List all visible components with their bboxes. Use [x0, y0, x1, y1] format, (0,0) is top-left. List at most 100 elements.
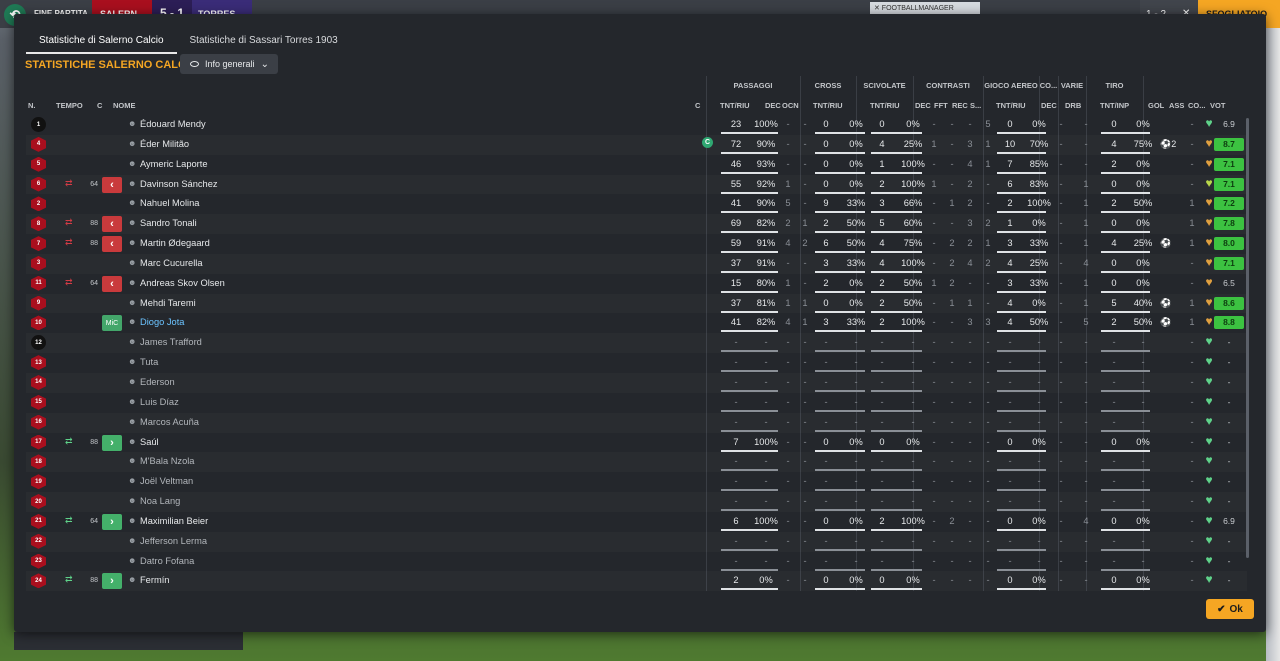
col-pass[interactable]: TNT/RIU [720, 101, 750, 110]
substituted-on-button[interactable]: › [102, 434, 122, 451]
player-name[interactable]: Maximilian Beier [140, 516, 208, 526]
player-name[interactable]: Aymeric Laporte [140, 159, 208, 169]
col-cdec[interactable]: DEC [915, 101, 931, 110]
col-c2[interactable]: C [695, 101, 700, 110]
table-row[interactable]: 21 ⇄ 64 › ☻ Maximilian Beier 6 100% - -0 0% 2 100% -2… [26, 512, 1247, 532]
stat-underline [815, 389, 865, 392]
table-row[interactable]: 19 ☻ Joël Veltman - - - - - - - - - - - - - - - - - - - ♥ - [26, 472, 1247, 492]
player-name[interactable]: Nahuel Molina [140, 198, 199, 208]
col-vot[interactable]: VOT [1210, 101, 1225, 110]
person-icon: ☻ [128, 535, 137, 545]
stat-underline [871, 588, 922, 591]
player-name[interactable]: Martin Ødegaard [140, 238, 210, 248]
player-name[interactable]: Marcos Acuña [140, 417, 199, 427]
person-icon: ☻ [128, 376, 137, 386]
scrollbar[interactable] [1246, 118, 1249, 558]
col-co[interactable]: CO... [1188, 101, 1206, 110]
col-cross[interactable]: TNT/RIU [813, 101, 843, 110]
check-icon: ✔ [1217, 603, 1226, 615]
player-name[interactable]: Diogo Jota [140, 317, 184, 327]
substituted-off-button[interactable]: ‹ [102, 236, 122, 253]
substituted-off-button[interactable]: ‹ [102, 275, 122, 292]
player-name[interactable]: Luis Díaz [140, 397, 179, 407]
stat-underline [997, 171, 1046, 174]
table-row[interactable]: 4 ☻ Éder Militão C 72 90% - -0 0% 4 25% 1-3 1 10 70% - -… [26, 135, 1247, 155]
stat-cell: 6 [733, 515, 739, 526]
table-row[interactable]: 22 ☻ Jefferson Lerma - - - - - - - - - - - - - - - - - - - ♥ - [26, 532, 1247, 552]
player-name[interactable]: Noa Lang [140, 496, 180, 506]
player-name[interactable]: Datro Fofana [140, 556, 194, 566]
stat-underline [721, 409, 778, 412]
table-row[interactable]: 9 ☻ Mehdi Taremi 37 81% 1 1 0 0% 2 50% -1 1-4 0% -1 5 40… [26, 294, 1247, 314]
player-name[interactable]: Saúl [140, 437, 159, 447]
table-row[interactable]: 17 ⇄ 88 › ☻ Saúl 7 100% - -0 0% 0 0% - - - -0 0% - -0 0% - ♥ - [26, 433, 1247, 453]
table-row[interactable]: 7 ⇄ 88 ‹ ☻ Martin Ødegaard 59 91% 4 2 6 50% 4 75% -2 2 1… [26, 234, 1247, 254]
stat-underline [871, 489, 922, 492]
col-nome[interactable]: NOME [113, 101, 136, 110]
stat-underline [871, 270, 922, 273]
col-tempo[interactable]: TEMPO [56, 101, 83, 110]
player-name[interactable]: Marc Cucurella [140, 258, 203, 268]
table-row[interactable]: 23 ☻ Datro Fofana - - - - - - - - - - - - - - - - - - - ♥ - [26, 552, 1247, 572]
view-dropdown[interactable]: Info generali ⌄ [180, 54, 278, 74]
table-row[interactable]: 10 MiC ☻ Diogo Jota 41 82% 4 1 3 33% 2 100% - -3 3 4 50%… [26, 313, 1247, 333]
col-dec[interactable]: DEC [765, 101, 781, 110]
col-sciv[interactable]: TNT/RIU [870, 101, 900, 110]
stat-underline [815, 171, 865, 174]
player-name[interactable]: Fermín [140, 575, 169, 585]
table-row[interactable]: 1 ☻ Édouard Mendy 23 100% - -0 0% 0 0% - - -5 0 0% - -0 0… [26, 115, 1247, 135]
ok-button[interactable]: ✔ Ok [1206, 599, 1254, 619]
substituted-on-button[interactable]: › [102, 573, 122, 590]
player-name[interactable]: Andreas Skov Olsen [140, 278, 225, 288]
col-s[interactable]: S... [970, 101, 981, 110]
table-row[interactable]: 24 ⇄ 88 › ☻ Fermín 2 0% - -0 0% 0 0% - - - -0 0% - -0 0% - ♥ - [26, 571, 1247, 591]
table-row[interactable]: 8 ⇄ 88 ‹ ☻ Sandro Tonali 69 82% 2 1 2 50% 5 60% - -3 2 1 0… [26, 214, 1247, 234]
table-row[interactable]: 13 ☻ Tuta - - - - - - - - - - - - - - - - - - - ♥ - [26, 353, 1247, 373]
player-name[interactable]: Éder Militão [140, 139, 189, 149]
table-row[interactable]: 5 ☻ Aymeric Laporte 46 93% - -0 0% 1 100% - -4 1 7 85%… [26, 155, 1247, 175]
player-name[interactable]: James Trafford [140, 337, 202, 347]
substituted-on-button[interactable]: › [102, 513, 122, 530]
player-name[interactable]: Davinson Sánchez [140, 179, 218, 189]
player-name[interactable]: Édouard Mendy [140, 119, 206, 129]
col-n[interactable]: N. [28, 101, 36, 110]
person-icon: ☻ [128, 456, 137, 466]
col-tiro[interactable]: TNT/INP [1100, 101, 1129, 110]
stat-underline [1101, 231, 1150, 234]
table-row[interactable]: 14 ☻ Ederson - - - - - - - - - - - - - - - - - - - ♥ - [26, 373, 1247, 393]
table-row[interactable]: 3 ☻ Marc Cucurella 37 91% - -3 33% 4 100% -2 4 2 4 25%… [26, 254, 1247, 274]
col-gol[interactable]: GOL [1148, 101, 1164, 110]
stat-cell: - [1141, 535, 1145, 546]
substituted-off-button[interactable]: ‹ [102, 176, 122, 193]
table-row[interactable]: 18 ☻ M'Bala Nzola - - - - - - - - - - - - - - - - - - - ♥ - [26, 452, 1247, 472]
player-name[interactable]: Mehdi Taremi [140, 298, 196, 308]
col-aereo[interactable]: TNT/RIU [996, 101, 1026, 110]
player-name[interactable]: M'Bala Nzola [140, 456, 194, 466]
player-name[interactable]: Tuta [140, 357, 158, 367]
col-c[interactable]: C [97, 101, 102, 110]
col-fft[interactable]: FFT [934, 101, 948, 110]
player-name[interactable]: Jefferson Lerma [140, 536, 207, 546]
table-row[interactable]: 12 ☻ James Trafford - - - - - - - - - - - - - - - - - - - ♥ - [26, 333, 1247, 353]
substituted-off-button[interactable]: ‹ [102, 216, 122, 233]
stat-cell: 41 [730, 198, 742, 209]
player-name[interactable]: Ederson [140, 377, 175, 387]
player-name[interactable]: Sandro Tonali [140, 218, 197, 228]
tab-home-stats[interactable]: Statistiche di Salerno Calcio [26, 32, 177, 54]
shirt-number: 16 [31, 414, 46, 430]
col-rec[interactable]: REC [952, 101, 968, 110]
col-ass[interactable]: ASS [1169, 101, 1184, 110]
tab-away-stats[interactable]: Statistiche di Sassari Torres 1903 [177, 32, 351, 54]
col-codec[interactable]: DEC [1041, 101, 1057, 110]
table-row[interactable]: 15 ☻ Luis Díaz - - - - - - - - - - - - - - - - - - - ♥ - [26, 393, 1247, 413]
table-row[interactable]: 16 ☻ Marcos Acuña - - - - - - - - - - - - - - - - - - - ♥ - [26, 413, 1247, 433]
player-name[interactable]: Joël Veltman [140, 476, 193, 486]
table-row[interactable]: 20 ☻ Noa Lang - - - - - - - - - - - - - - - - - - - ♥ - [26, 492, 1247, 512]
table-row[interactable]: 2 ☻ Nahuel Molina 41 90% 5-9 33% 3 66% -1 2-2 100% -… [26, 194, 1247, 214]
table-row[interactable]: 11 ⇄ 64 ‹ ☻ Andreas Skov Olsen 15 80% 1-2 0% 2 50% 1… [26, 274, 1247, 294]
rating-badge: - [1227, 555, 1231, 566]
table-row[interactable]: 6 ⇄ 64 ‹ ☻ Davinson Sánchez 55 92% 1-0 0% 2 100% 1-2… [26, 175, 1247, 195]
col-ocn[interactable]: OCN [782, 101, 799, 110]
col-drb[interactable]: DRB [1065, 101, 1081, 110]
stat-underline [721, 132, 778, 134]
